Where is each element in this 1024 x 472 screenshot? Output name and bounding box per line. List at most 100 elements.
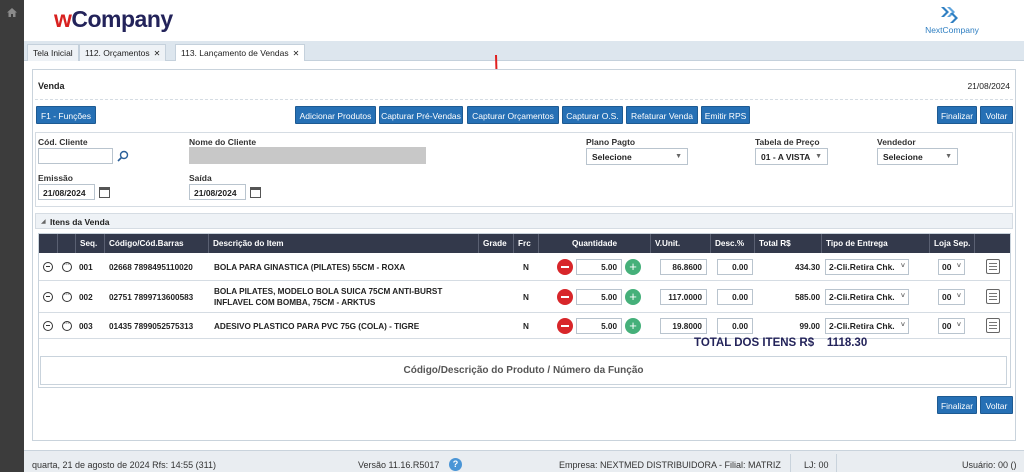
remove-row-icon[interactable]	[43, 262, 53, 272]
qty-input[interactable]: 5.00	[576, 318, 622, 334]
vunit-input[interactable]: 86.8600	[660, 259, 707, 275]
items-grid: Seq. Código/Cód.Barras Descrição do Item…	[38, 233, 1011, 388]
voltar-button-bottom[interactable]: Voltar	[980, 396, 1013, 414]
increase-qty-icon[interactable]: +	[625, 259, 641, 275]
document-icon[interactable]	[986, 289, 1000, 304]
footer-versao: Versão 11.16.R5017	[358, 460, 440, 470]
loja-sep-select[interactable]: 00 ˅	[938, 289, 965, 305]
calendar-icon[interactable]	[99, 187, 110, 198]
document-icon[interactable]	[986, 259, 1000, 274]
remove-row-icon[interactable]	[43, 292, 53, 302]
plano-pagto-select[interactable]: Selecione ▼	[586, 148, 688, 165]
finalizar-button-bottom[interactable]: Finalizar	[937, 396, 977, 414]
desc-input[interactable]: 0.00	[717, 318, 753, 334]
collapse-triangle-icon[interactable]: ◢	[41, 218, 46, 225]
col-descricao[interactable]: Descrição do Item	[209, 234, 479, 253]
col-frc[interactable]: Frc	[514, 234, 539, 253]
row-seq: 001	[79, 263, 93, 272]
more-options-icon[interactable]: ···	[62, 321, 72, 331]
close-icon[interactable]: ✕	[293, 49, 300, 58]
col-grade[interactable]: Grade	[479, 234, 514, 253]
cod-cliente-input[interactable]	[38, 148, 113, 164]
decrease-qty-icon[interactable]	[557, 259, 573, 275]
loja-sep-select[interactable]: 00 ˅	[938, 318, 965, 334]
decrease-qty-icon[interactable]	[557, 318, 573, 334]
col-quantidade[interactable]: Quantidade	[539, 234, 651, 253]
nextcompany-label: NextCompany	[925, 25, 979, 35]
qty-input[interactable]: 5.00	[576, 259, 622, 275]
tipo-entrega-select[interactable]: 2-Cli.Retira Chk. ˅	[825, 259, 909, 275]
col-total[interactable]: Total R$	[755, 234, 822, 253]
emitir-rps-button[interactable]: Emitir RPS	[701, 106, 750, 124]
nextcompany-logo: NextCompany	[922, 4, 982, 38]
col-codigo[interactable]: Código/Cód.Barras	[105, 234, 209, 253]
row-seq: 003	[79, 322, 93, 331]
tab-lancamento-vendas[interactable]: 113. Lançamento de Vendas ✕	[175, 44, 306, 61]
tab-tela-inicial[interactable]: Tela Inicial	[27, 44, 79, 61]
more-options-icon[interactable]: ···	[62, 292, 72, 302]
table-row[interactable]: ··· 001 02668 7898495110020 BOLA PARA GI…	[39, 253, 1010, 281]
chevron-down-icon: ▼	[815, 153, 822, 160]
close-icon[interactable]: ✕	[154, 49, 161, 58]
col-seq[interactable]: Seq.	[76, 234, 105, 253]
emissao-label: Emissão	[38, 173, 73, 183]
col-vunit[interactable]: V.Unit.	[651, 234, 711, 253]
tab-bar: Tela Inicial 112. Orçamentos ✕ 113. Lança…	[24, 41, 1024, 61]
saida-input[interactable]: 21/08/2024	[189, 184, 246, 200]
col-loja-sep[interactable]: Loja Sep.	[930, 234, 975, 253]
table-row[interactable]: ··· 003 01435 7899052575313 ADESIVO PLAS…	[39, 313, 1010, 339]
nome-cliente-field[interactable]	[189, 147, 426, 164]
capturar-os-button[interactable]: Capturar O.S.	[562, 106, 623, 124]
tipo-entrega-select[interactable]: 2-Cli.Retira Chk. ˅	[825, 318, 909, 334]
remove-row-icon[interactable]	[43, 321, 53, 331]
f1-funcoes-button[interactable]: F1 - Funções	[36, 106, 96, 124]
voltar-button[interactable]: Voltar	[980, 106, 1013, 124]
help-icon[interactable]: ?	[449, 458, 462, 471]
nome-cliente-label: Nome do Cliente	[189, 137, 257, 147]
loja-sep-select[interactable]: 00 ˅	[938, 259, 965, 275]
search-icon[interactable]	[117, 150, 129, 162]
row-descricao: BOLA PARA GINASTICA (PILATES) 55CM - ROX…	[214, 263, 406, 272]
main-area: Venda 21/08/2024 F1 - Funções Adicionar …	[24, 54, 1024, 450]
emissao-input[interactable]: 21/08/2024	[38, 184, 95, 200]
more-options-icon[interactable]: ···	[62, 262, 72, 272]
col-action-2	[58, 234, 76, 253]
document-icon[interactable]	[986, 318, 1000, 333]
plano-pagto-label: Plano Pagto	[586, 137, 636, 147]
col-desc[interactable]: Desc.%	[711, 234, 755, 253]
tipo-entrega-select[interactable]: 2-Cli.Retira Chk. ˅	[825, 289, 909, 305]
home-icon[interactable]	[7, 8, 17, 17]
desc-input[interactable]: 0.00	[717, 259, 753, 275]
row-frc: N	[523, 293, 529, 302]
capturar-orcamentos-button[interactable]: Capturar Orçamentos	[467, 106, 559, 124]
desc-input[interactable]: 0.00	[717, 289, 753, 305]
finalizar-button[interactable]: Finalizar	[937, 106, 977, 124]
qty-input[interactable]: 5.00	[576, 289, 622, 305]
chevron-down-icon: ▼	[675, 153, 682, 160]
page-title: Venda	[38, 81, 65, 91]
footer-empresa: Empresa: NEXTMED DISTRIBUIDORA - Filial:…	[559, 460, 781, 470]
tab-orcamentos[interactable]: 112. Orçamentos ✕	[79, 44, 167, 61]
vunit-input[interactable]: 117.0000	[660, 289, 707, 305]
tabela-preco-select[interactable]: 01 - A VISTA ▼	[755, 148, 828, 165]
table-row[interactable]: ··· 002 02751 7899713600583 BOLA PILATES…	[39, 281, 1010, 313]
product-search-input[interactable]: Código/Descrição do Produto / Número da …	[40, 356, 1007, 385]
venda-panel: Venda 21/08/2024 F1 - Funções Adicionar …	[32, 69, 1016, 441]
decrease-qty-icon[interactable]	[557, 289, 573, 305]
vendedor-select[interactable]: Selecione ▼	[877, 148, 958, 165]
row-codigo: 01435 7899052575313	[109, 322, 194, 331]
footer-lj: LJ: 00	[804, 460, 829, 470]
itens-da-venda-header[interactable]: ◢ Itens da Venda	[35, 213, 1013, 229]
adicionar-produtos-button[interactable]: Adicionar Produtos	[295, 106, 376, 124]
col-tipo-entrega[interactable]: Tipo de Entrega	[822, 234, 930, 253]
refaturar-venda-button[interactable]: Refaturar Venda	[626, 106, 698, 124]
vunit-input[interactable]: 19.8000	[660, 318, 707, 334]
capturar-pre-vendas-button[interactable]: Capturar Pré-Vendas	[379, 106, 463, 124]
increase-qty-icon[interactable]: +	[625, 318, 641, 334]
divider	[35, 99, 1013, 100]
chevron-down-icon: ˅	[900, 322, 905, 329]
row-frc: N	[523, 263, 529, 272]
increase-qty-icon[interactable]: +	[625, 289, 641, 305]
grid-header: Seq. Código/Cód.Barras Descrição do Item…	[39, 234, 1010, 253]
calendar-icon[interactable]	[250, 187, 261, 198]
